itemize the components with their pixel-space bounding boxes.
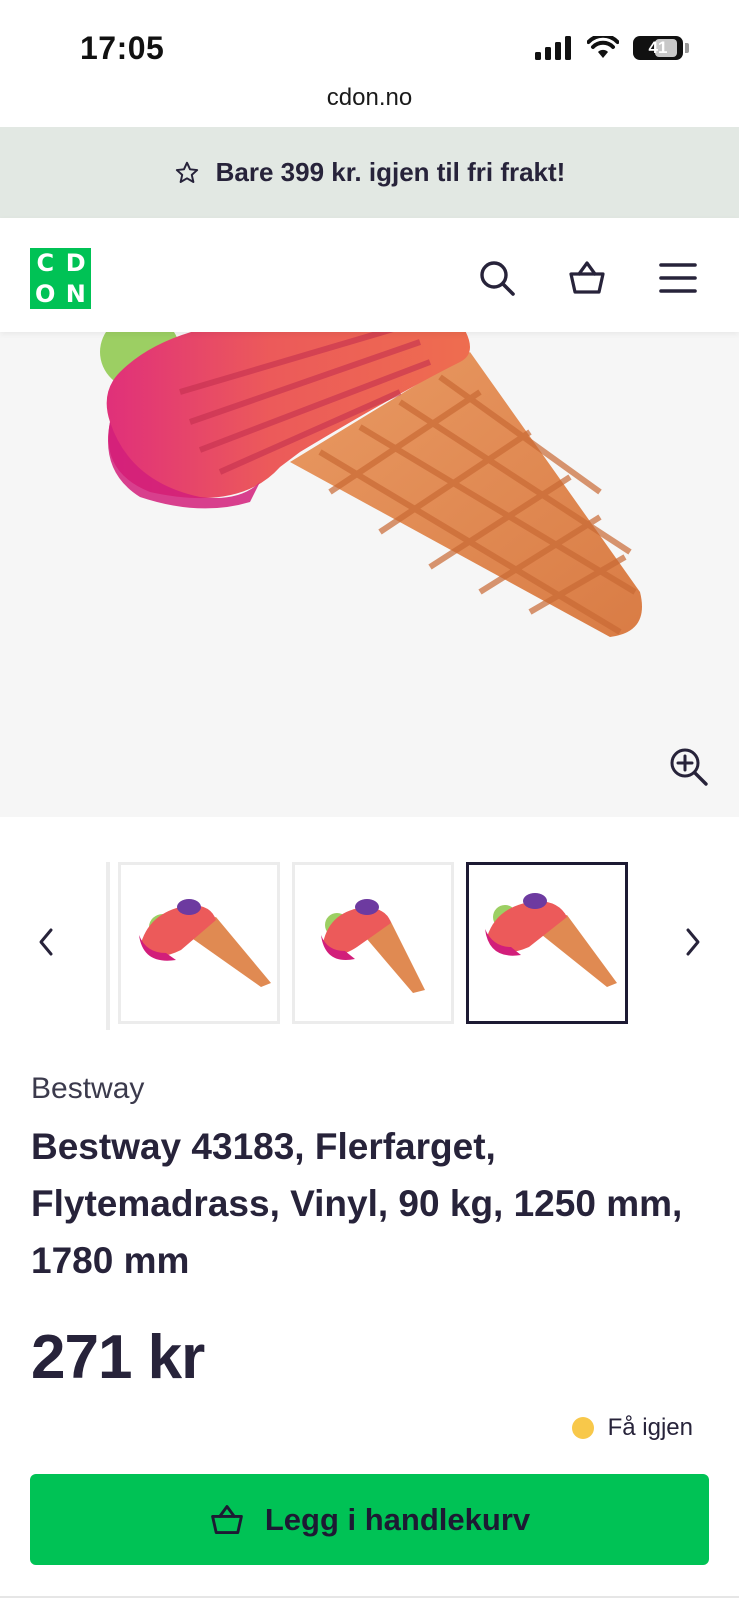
stock-status: Få igjen	[571, 1414, 693, 1442]
divider	[0, 1596, 739, 1598]
free-shipping-banner: Bare 399 kr. igjen til fri frakt!	[0, 127, 739, 218]
thumbnail-image	[139, 899, 271, 987]
stock-indicator-dot	[571, 1417, 594, 1439]
search-icon[interactable]	[477, 258, 517, 298]
status-bar: 17:05 41	[0, 0, 739, 92]
thumbnail-2[interactable]	[292, 862, 454, 1024]
logo-letter-d: D	[65, 249, 86, 278]
status-icons: 41	[535, 36, 689, 60]
zoom-in-icon[interactable]	[669, 747, 709, 787]
star-outline-icon	[175, 161, 198, 183]
battery-icon: 41	[633, 36, 683, 60]
menu-icon[interactable]	[658, 258, 698, 298]
signal-icon	[535, 36, 571, 60]
thumbnail-1[interactable]	[118, 862, 280, 1024]
browser-url[interactable]: cdon.no	[0, 84, 739, 112]
thumbnail-image	[321, 899, 425, 993]
product-main-image[interactable]	[0, 332, 739, 817]
ice-cream-float-image	[100, 332, 642, 637]
cdon-logo[interactable]: C D O N	[30, 248, 91, 309]
thumbnail-3-active[interactable]	[466, 862, 628, 1024]
thumbnail-image	[485, 893, 617, 987]
wifi-icon	[587, 36, 619, 58]
chevron-left-icon[interactable]	[36, 922, 56, 962]
promo-text: Bare 399 kr. igjen til fri frakt!	[215, 157, 566, 187]
logo-letter-o: O	[35, 279, 56, 308]
add-to-cart-button[interactable]: Legg i handlekurv	[30, 1474, 709, 1565]
product-brand[interactable]: Bestway	[31, 1072, 144, 1106]
stock-label: Få igjen	[607, 1414, 693, 1441]
add-to-cart-label: Legg i handlekurv	[264, 1501, 531, 1537]
thumbnail-carousel	[0, 862, 739, 1032]
battery-level: 41	[648, 38, 668, 57]
logo-letter-c: C	[36, 249, 55, 278]
status-time: 17:05	[80, 30, 165, 66]
product-title: Bestway 43183, Flerfarget, Flytemadrass,…	[31, 1126, 683, 1281]
product-price: 271 kr	[31, 1323, 205, 1392]
chevron-right-icon[interactable]	[683, 922, 703, 962]
basket-icon[interactable]	[567, 258, 607, 298]
basket-icon	[211, 1504, 243, 1534]
site-header: C D O N	[0, 218, 739, 332]
logo-letter-n: N	[65, 279, 86, 308]
thumbnail-partial	[106, 862, 110, 1030]
